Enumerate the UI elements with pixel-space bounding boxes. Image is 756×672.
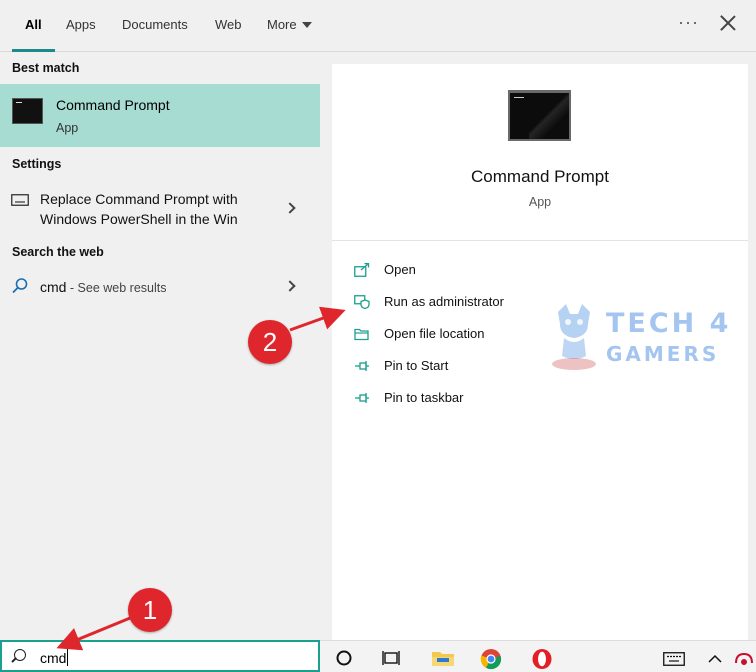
settings-item-line1: Replace Command Prompt with: [40, 191, 238, 207]
step-2-badge: 2: [248, 320, 292, 364]
tab-more[interactable]: More: [267, 0, 312, 52]
tab-more-label: More: [267, 17, 297, 32]
task-view-icon[interactable]: [382, 650, 400, 666]
best-match-item[interactable]: Command Prompt App: [0, 84, 320, 147]
close-icon[interactable]: [716, 12, 740, 36]
watermark-line1: TECH 4: [606, 308, 732, 339]
search-web-heading: Search the web: [12, 245, 104, 259]
web-result-item[interactable]: cmd - See web results: [0, 275, 320, 299]
keyboard-icon[interactable]: [663, 652, 685, 666]
action-pin-to-start-label: Pin to Start: [384, 358, 449, 373]
chevron-right-icon[interactable]: [284, 280, 296, 292]
step-1-badge: 1: [128, 588, 172, 632]
best-match-title: Command Prompt: [56, 97, 170, 113]
tab-documents[interactable]: Documents: [122, 0, 188, 52]
search-box[interactable]: cmd: [0, 640, 320, 672]
text-caret: [67, 649, 69, 666]
ellipsis-icon[interactable]: ···: [678, 12, 699, 33]
tray-app-icon[interactable]: [734, 651, 754, 667]
chevron-down-icon: [301, 22, 312, 28]
settings-heading: Settings: [12, 157, 62, 171]
detail-subtitle: App: [528, 195, 552, 209]
web-result-suffix: - See web results: [66, 281, 167, 295]
chevron-right-icon[interactable]: [284, 202, 296, 214]
divider: [332, 240, 748, 241]
chrome-icon[interactable]: [480, 648, 502, 670]
tab-all[interactable]: All: [12, 0, 54, 52]
best-match-heading: Best match: [12, 61, 80, 75]
web-result-query: cmd: [40, 279, 67, 295]
keyboard-icon: [11, 194, 29, 206]
run-as-admin-icon: [354, 295, 370, 309]
action-open-file-location-label: Open file location: [384, 326, 485, 341]
file-location-icon: [354, 328, 369, 341]
action-run-as-admin-label: Run as administrator: [384, 294, 504, 309]
action-pin-to-taskbar-label: Pin to taskbar: [384, 390, 464, 405]
mascot-icon: [552, 304, 596, 370]
taskbar: [320, 640, 756, 672]
command-prompt-icon: [508, 90, 571, 141]
tab-web[interactable]: Web: [215, 0, 242, 52]
command-prompt-icon: [12, 98, 43, 124]
tab-apps[interactable]: Apps: [66, 0, 96, 52]
open-icon: [354, 263, 370, 277]
detail-title: Command Prompt: [471, 167, 609, 186]
opera-icon[interactable]: [531, 648, 553, 670]
watermark-logo: TECH 4 GAMERS: [544, 302, 754, 374]
settings-item-line2: Windows PowerShell in the Win: [40, 211, 238, 227]
search-icon: [14, 649, 26, 661]
watermark-line2: GAMERS: [606, 342, 720, 366]
cortana-circle-icon[interactable]: [336, 650, 352, 666]
action-open-label: Open: [384, 262, 416, 277]
best-match-subtitle: App: [56, 121, 79, 135]
settings-item-text: Replace Command Prompt with Windows Powe…: [40, 189, 238, 229]
web-result-text: cmd - See web results: [40, 277, 167, 298]
pin-icon: [355, 361, 369, 371]
search-input[interactable]: cmd: [40, 649, 69, 666]
search-icon: [12, 278, 28, 294]
pin-icon: [355, 393, 369, 403]
search-scope-tabs: All Apps Documents Web More ···: [0, 0, 756, 52]
chevron-up-icon[interactable]: [708, 654, 722, 663]
settings-item[interactable]: Replace Command Prompt with Windows Powe…: [0, 189, 320, 231]
file-explorer-icon[interactable]: [431, 649, 455, 667]
